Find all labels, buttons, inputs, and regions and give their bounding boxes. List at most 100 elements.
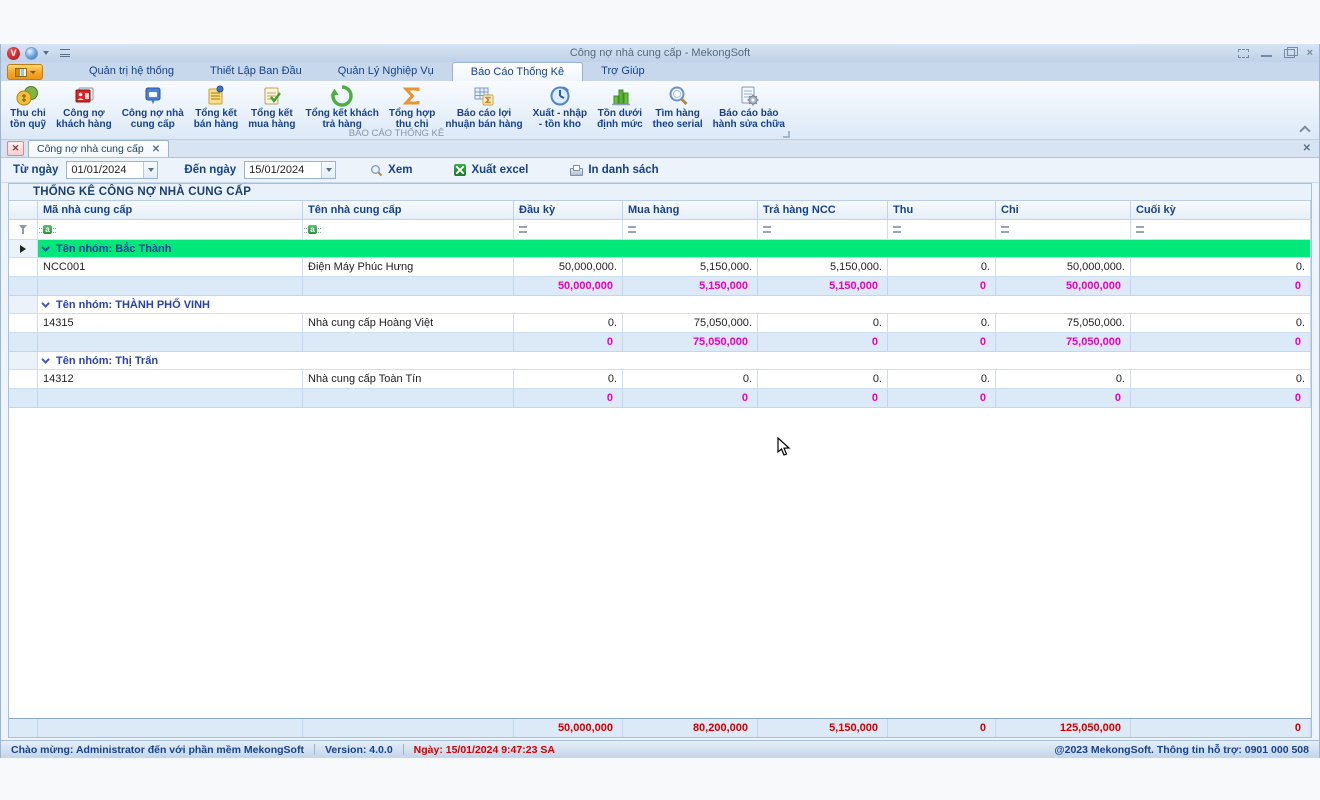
ribbon-item-tong-ket-khach-tra-hang[interactable]: Tổng kết khách trả hàng (300, 83, 383, 131)
user-orb-icon[interactable] (25, 47, 38, 60)
filter-cell-mua-hang[interactable] (623, 220, 758, 240)
table-row[interactable]: NCC001 Điện Máy Phúc Hưng 50,000,000. 5,… (9, 258, 1311, 277)
cell-cuoi-ky[interactable]: 0. (1131, 314, 1311, 333)
ribbon-item-xuat-nhap-ton-kho[interactable]: Xuất - nhập - tồn kho (528, 83, 592, 131)
cell-tra-hang-ncc[interactable]: 0. (758, 314, 888, 333)
tabstrip-close-icon[interactable]: ✕ (1303, 143, 1311, 154)
ribbon-item-cong-no-khach-hang[interactable]: Công nợ khách hàng (51, 83, 117, 131)
group-row-bac-thanh[interactable]: Tên nhóm: Bắc Thành (9, 240, 1311, 258)
export-excel-label: Xuất excel (471, 164, 528, 176)
restore-icon[interactable] (1284, 49, 1295, 58)
cell-supplier-name[interactable]: Nhà cung cấp Hoàng Việt (303, 314, 514, 333)
report-panel: THỐNG KÊ CÔNG NỢ NHÀ CUNG CẤP Mã nhà cun… (8, 183, 1312, 738)
ribbon-item-tong-hop-thu-chi[interactable]: Tổng hợp thu chi (384, 83, 441, 131)
subtotal-dau-ky: 0 (514, 389, 623, 408)
group-row-thi-tran[interactable]: Tên nhóm: Thị Trấn (9, 352, 1311, 370)
cell-thu[interactable]: 0. (888, 370, 996, 389)
cell-mua-hang[interactable]: 0. (623, 370, 758, 389)
status-bar: Chào mừng: Administrator đến với phần mề… (1, 740, 1319, 758)
cell-cuoi-ky[interactable]: 0. (1131, 370, 1311, 389)
filter-cell-dau-ky[interactable] (514, 220, 623, 240)
ribbon-item-ton-duoi-dinh-muc[interactable]: Tồn dưới định mức (592, 83, 648, 131)
cell-supplier-name[interactable]: Nhà cung cấp Toàn Tín (303, 370, 514, 389)
cell-chi[interactable]: 75,050,000. (996, 314, 1131, 333)
cell-tra-hang-ncc[interactable]: 5,150,000. (758, 258, 888, 277)
column-header-tra-hang-ncc[interactable]: Trả hàng NCC (758, 201, 888, 220)
group-header-cell[interactable]: Tên nhóm: THÀNH PHỐ VINH (38, 296, 1311, 314)
cell-dau-ky[interactable]: 0. (514, 314, 623, 333)
fullscreen-icon[interactable] (1238, 49, 1249, 58)
group-header-cell[interactable]: Tên nhóm: Thị Trấn (38, 352, 1311, 370)
collapse-chevron-icon[interactable] (41, 299, 49, 307)
column-header-chi[interactable]: Chi (996, 201, 1131, 220)
column-header-ma-ncc[interactable]: Mã nhà cung cấp (38, 201, 303, 220)
cell-chi[interactable]: 50,000,000. (996, 258, 1131, 277)
subtotal-blank (38, 333, 303, 352)
from-date-dropdown-icon[interactable] (143, 162, 157, 178)
quick-access-toolbar: V (7, 47, 227, 60)
group-row-thanh-pho-vinh[interactable]: Tên nhóm: THÀNH PHỐ VINH (9, 296, 1311, 314)
to-date-dropdown-icon[interactable] (321, 162, 335, 178)
ribbon-label: Báo cáo bảo (719, 108, 778, 119)
cell-supplier-code[interactable]: 14312 (38, 370, 303, 389)
collapse-chevron-icon[interactable] (41, 243, 49, 251)
cell-tra-hang-ncc[interactable]: 0. (758, 370, 888, 389)
menu-tab-thiet-lap-ban-dau[interactable]: Thiết Lập Ban Đầu (192, 62, 320, 81)
minimize-icon[interactable] (1261, 49, 1272, 57)
export-excel-button[interactable]: Xuất excel (446, 162, 536, 178)
column-header-cuoi-ky[interactable]: Cuối kỳ (1131, 201, 1311, 220)
filter-cell-thu[interactable] (888, 220, 996, 240)
column-header-thu[interactable]: Thu (888, 201, 996, 220)
cell-dau-ky[interactable]: 50,000,000. (514, 258, 623, 277)
column-header-ten-ncc[interactable]: Tên nhà cung cấp (303, 201, 514, 220)
ribbon-item-tong-ket-mua-hang[interactable]: Tổng kết mua hàng (243, 83, 300, 131)
subtotal-blank (303, 389, 514, 408)
view-button[interactable]: Xem (362, 162, 420, 179)
filter-cell-ten-ncc[interactable]: a (303, 220, 514, 240)
cell-supplier-code[interactable]: 14315 (38, 314, 303, 333)
cell-chi[interactable]: 0. (996, 370, 1131, 389)
cell-thu[interactable]: 0. (888, 258, 996, 277)
cell-cuoi-ky[interactable]: 0. (1131, 258, 1311, 277)
cell-dau-ky[interactable]: 0. (514, 370, 623, 389)
tab-close-icon[interactable]: ✕ (152, 144, 160, 155)
to-date-input[interactable] (245, 162, 321, 178)
filter-cell-chi[interactable] (996, 220, 1131, 240)
ribbon-item-cong-no-nha-cung-cap[interactable]: Công nợ nhà cung cấp (117, 83, 189, 131)
table-row[interactable]: 14315 Nhà cung cấp Hoàng Việt 0. 75,050,… (9, 314, 1311, 333)
ribbon-item-bao-cao-loi-nhuan-ban-hang[interactable]: Báo cáo lợi nhuận bán hàng (440, 83, 527, 131)
collapse-chevron-icon[interactable] (41, 355, 49, 363)
app-logo-icon[interactable]: V (7, 47, 20, 60)
menu-tab-quan-tri-he-thong[interactable]: Quản trị hệ thống (71, 62, 192, 81)
filter-cell-ma-ncc[interactable]: a (38, 220, 303, 240)
application-menu-button[interactable] (7, 64, 43, 80)
tab-cong-no-nha-cung-cap[interactable]: Công nợ nhà cung cấp ✕ (28, 140, 169, 157)
cell-supplier-code[interactable]: NCC001 (38, 258, 303, 277)
group-header-cell[interactable]: Tên nhóm: Bắc Thành (38, 240, 1311, 258)
column-header-mua-hang[interactable]: Mua hàng (623, 201, 758, 220)
cell-thu[interactable]: 0. (888, 314, 996, 333)
ribbon-collapse-icon[interactable] (1301, 125, 1309, 130)
dialog-launcher-icon[interactable] (783, 131, 790, 138)
cell-mua-hang[interactable]: 75,050,000. (623, 314, 758, 333)
cell-supplier-name[interactable]: Điện Máy Phúc Hưng (303, 258, 514, 277)
ribbon-item-bao-cao-bao-hanh-sua-chua[interactable]: Báo cáo bảo hành sửa chữa (708, 83, 790, 131)
close-all-tabs-button[interactable]: ✕ (7, 141, 24, 156)
ribbon-item-thu-chi-ton-quy[interactable]: Thu chi tồn quỹ (5, 83, 51, 131)
quick-access-more-icon[interactable] (60, 49, 70, 57)
ribbon-item-tong-ket-ban-hang[interactable]: Tổng kết bán hàng (189, 83, 243, 131)
chevron-down-icon[interactable] (43, 51, 49, 55)
close-icon[interactable]: × (1307, 49, 1313, 58)
from-date-input[interactable] (67, 162, 143, 178)
ribbon-item-tim-hang-theo-serial[interactable]: Tìm hàng theo serial (648, 83, 708, 131)
ribbon-label: Công nợ nhà (122, 108, 184, 119)
menu-tab-bao-cao-thong-ke[interactable]: Báo Cáo Thống Kê (452, 62, 583, 81)
menu-tab-tro-giup[interactable]: Trợ Giúp (583, 62, 662, 81)
filter-cell-tra-hang-ncc[interactable] (758, 220, 888, 240)
menu-tab-quan-ly-nghiep-vu[interactable]: Quản Lý Nghiệp Vụ (320, 62, 452, 81)
filter-cell-cuoi-ky[interactable] (1131, 220, 1311, 240)
cell-mua-hang[interactable]: 5,150,000. (623, 258, 758, 277)
table-row[interactable]: 14312 Nhà cung cấp Toàn Tín 0. 0. 0. 0. … (9, 370, 1311, 389)
column-header-dau-ky[interactable]: Đầu kỳ (514, 201, 623, 220)
print-list-button[interactable]: In danh sách (562, 162, 666, 178)
